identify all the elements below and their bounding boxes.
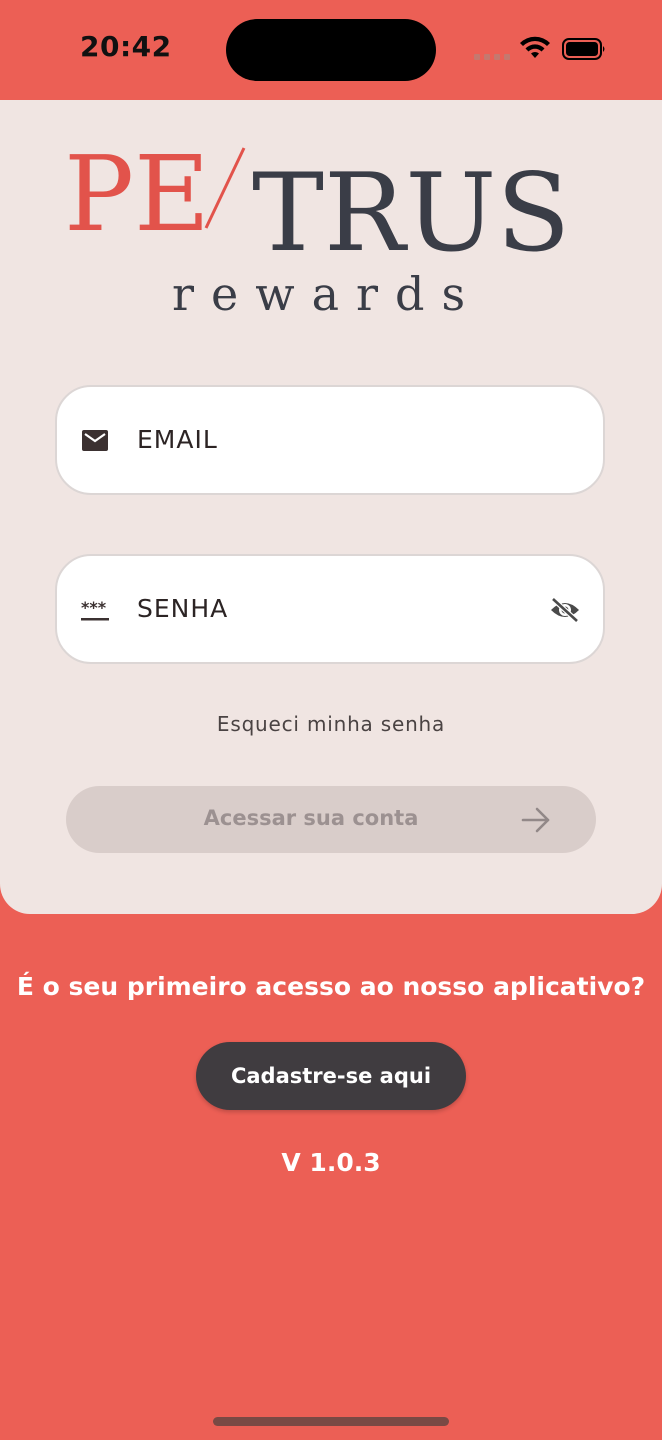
cellular-signal-icon (474, 52, 510, 60)
password-field[interactable]: *** SENHA (55, 554, 605, 664)
login-button[interactable]: Acessar sua conta (66, 786, 596, 853)
status-bar: 20:42 (0, 0, 662, 100)
eye-off-icon[interactable] (549, 596, 581, 624)
mail-icon (82, 430, 108, 451)
status-time: 20:42 (80, 30, 172, 63)
email-field[interactable]: EMAIL (55, 385, 605, 495)
password-placeholder: SENHA (137, 594, 229, 623)
petrus-rewards-logo: PE TRUS rewards (64, 138, 570, 321)
app-version: V 1.0.3 (281, 1148, 381, 1177)
wifi-icon (520, 36, 550, 58)
home-indicator (213, 1417, 449, 1426)
register-button-label: Cadastre-se aqui (230, 1064, 432, 1088)
password-dots-icon: *** (81, 598, 109, 621)
arrow-right-icon (521, 807, 550, 833)
forgot-password-link[interactable]: Esqueci minha senha (0, 712, 662, 736)
logo-text-trus: TRUS (252, 151, 570, 276)
logo-text-pe: PE (64, 138, 210, 255)
logo-slash (204, 147, 246, 229)
register-button[interactable]: Cadastre-se aqui (196, 1042, 466, 1110)
email-placeholder: EMAIL (137, 425, 218, 454)
svg-text:***: *** (81, 598, 107, 617)
dynamic-island (226, 19, 436, 81)
first-access-prompt: É o seu primeiro acesso ao nosso aplicat… (16, 972, 646, 1001)
login-button-label: Acessar sua conta (203, 806, 419, 830)
battery-icon (562, 38, 605, 60)
logo-tagline: rewards (172, 267, 482, 321)
